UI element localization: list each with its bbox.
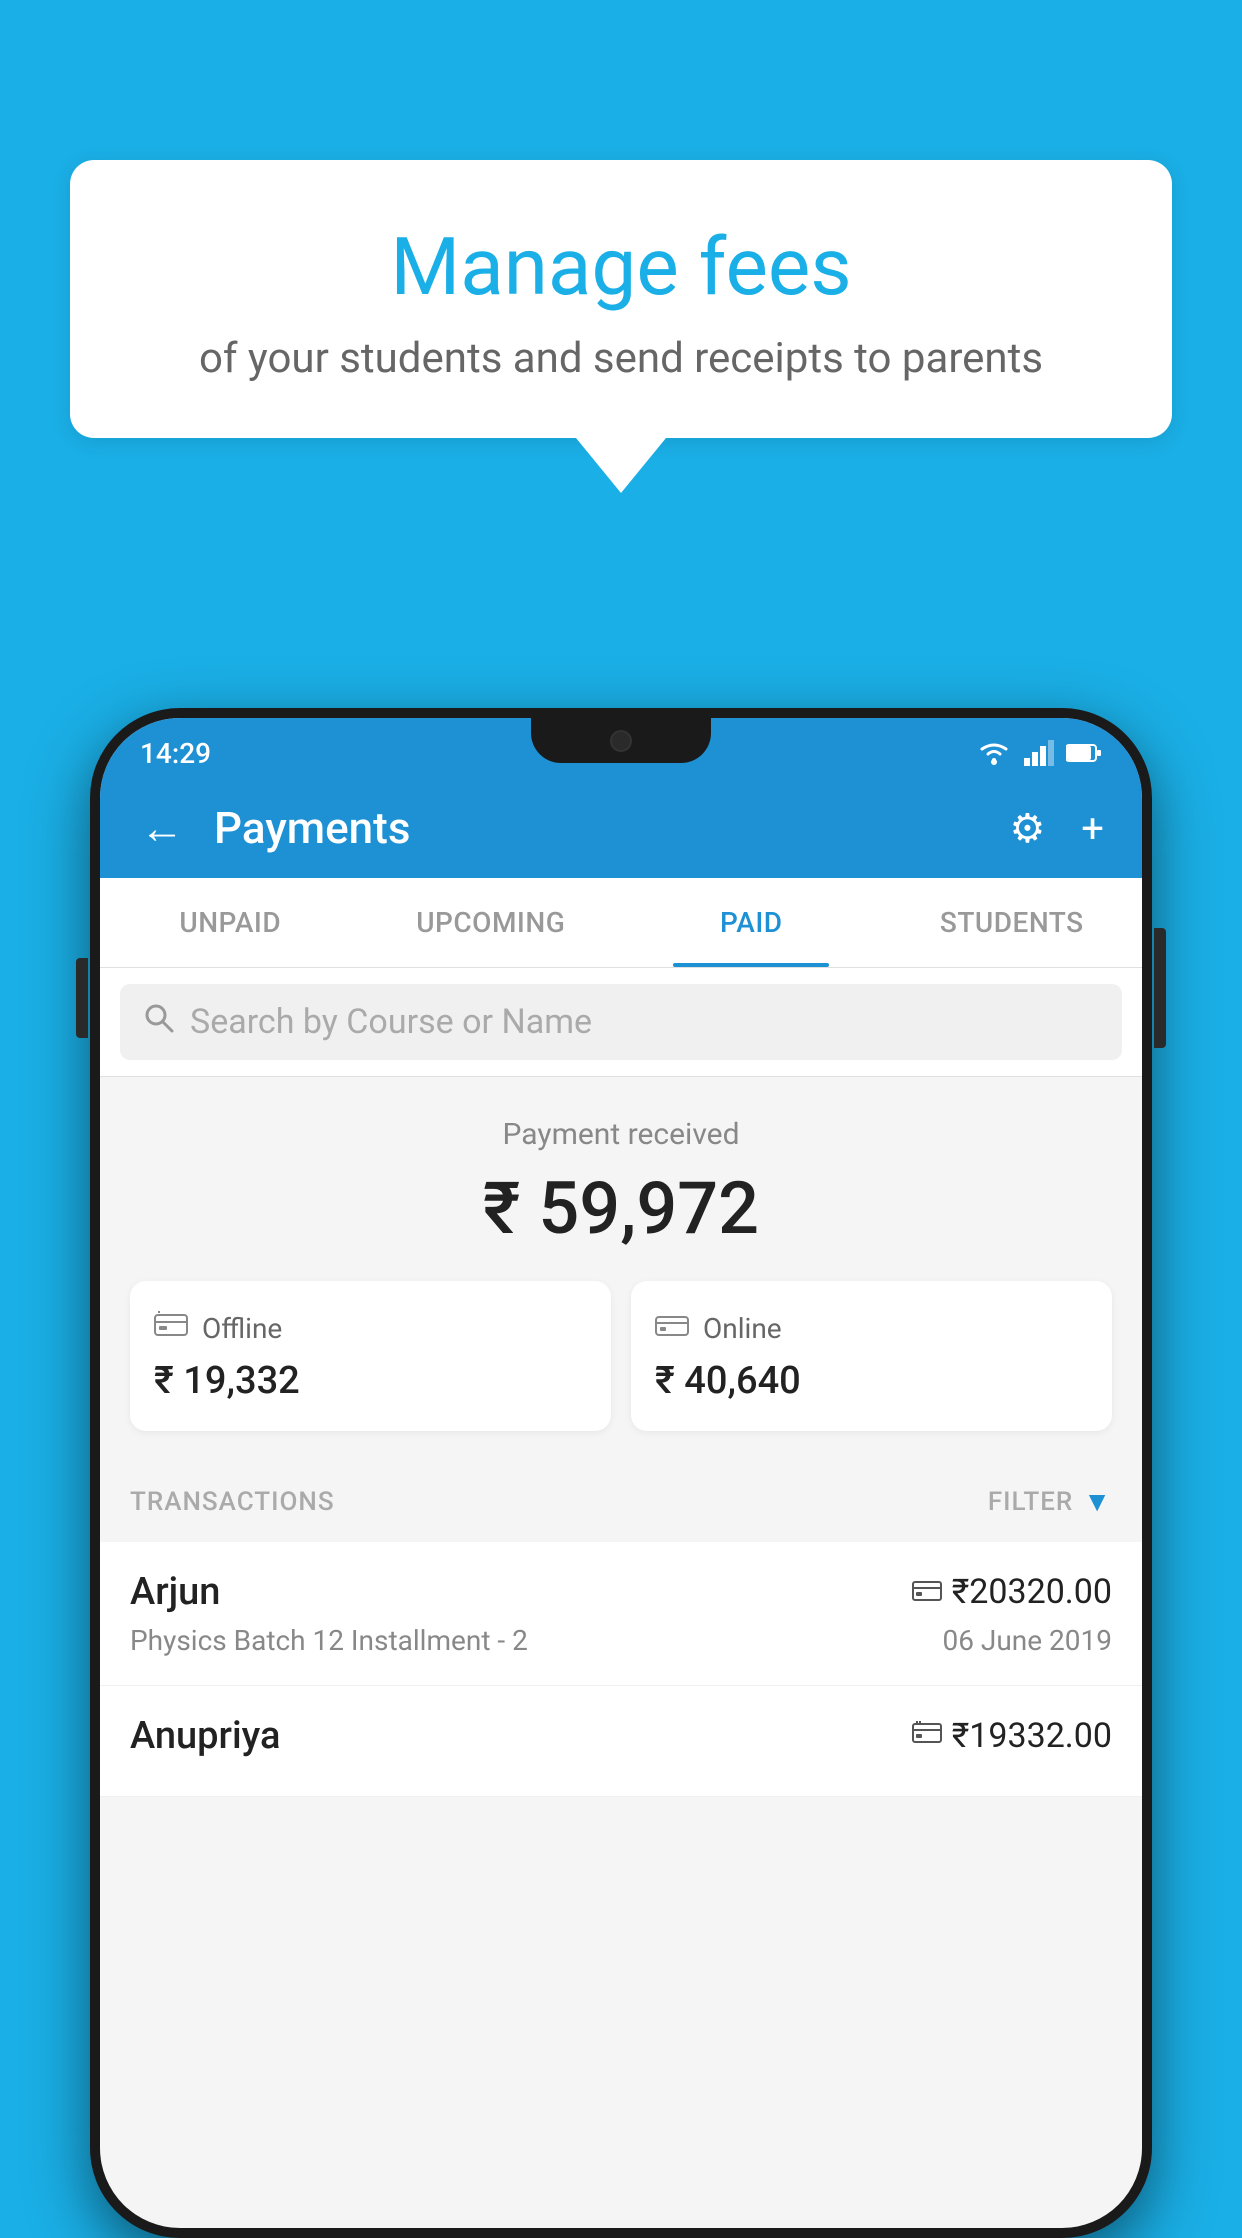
wifi-icon bbox=[976, 740, 1012, 766]
back-button[interactable]: ← bbox=[130, 792, 194, 864]
offline-card-header: Offline bbox=[154, 1309, 587, 1347]
transaction-amount-row: ₹20320.00 bbox=[912, 1572, 1112, 1612]
filter-label: FILTER bbox=[988, 1487, 1073, 1517]
transaction-row1: Arjun ₹20320.00 bbox=[130, 1570, 1112, 1614]
online-amount: ₹ 40,640 bbox=[655, 1359, 1088, 1403]
speech-bubble-title: Manage fees bbox=[130, 220, 1112, 314]
online-payment-card: Online ₹ 40,640 bbox=[631, 1281, 1112, 1431]
phone-notch bbox=[531, 718, 711, 763]
payment-summary: Payment received ₹ 59,972 Offli bbox=[100, 1077, 1142, 1461]
app-bar-title: Payments bbox=[214, 802, 981, 854]
speech-bubble-subtitle: of your students and send receipts to pa… bbox=[130, 334, 1112, 383]
speech-bubble-tail bbox=[576, 438, 666, 493]
transaction-row2: Physics Batch 12 Installment - 2 06 June… bbox=[130, 1624, 1112, 1657]
online-card-header: Online bbox=[655, 1309, 1088, 1347]
transaction-item: Anupriya ₹19332.00 bbox=[100, 1686, 1142, 1797]
payment-type-icon-offline bbox=[912, 1719, 942, 1754]
search-icon bbox=[144, 1002, 174, 1042]
transaction-row1: Anupriya ₹19332.00 bbox=[130, 1714, 1112, 1758]
transaction-name: Anupriya bbox=[130, 1714, 280, 1758]
offline-amount: ₹ 19,332 bbox=[154, 1359, 587, 1403]
tab-unpaid[interactable]: UNPAID bbox=[100, 878, 361, 967]
settings-button[interactable]: ⚙ bbox=[1001, 797, 1053, 860]
transaction-amount-row: ₹19332.00 bbox=[912, 1716, 1112, 1756]
phone-side-button-left bbox=[76, 958, 88, 1038]
phone-screen: 14:29 bbox=[100, 718, 1142, 2228]
transaction-list: Arjun ₹20320.00 Physics Batch 1 bbox=[100, 1542, 1142, 1797]
online-icon bbox=[655, 1309, 689, 1347]
battery-icon bbox=[1066, 743, 1102, 763]
tab-upcoming[interactable]: UPCOMING bbox=[361, 878, 622, 967]
app-bar-actions: ⚙ + bbox=[1001, 797, 1112, 860]
payment-received-label: Payment received bbox=[130, 1117, 1112, 1152]
transaction-amount: ₹19332.00 bbox=[952, 1716, 1112, 1756]
offline-type-label: Offline bbox=[202, 1312, 282, 1345]
transaction-date: 06 June 2019 bbox=[942, 1624, 1112, 1657]
offline-icon bbox=[154, 1309, 188, 1347]
payment-total-amount: ₹ 59,972 bbox=[130, 1166, 1112, 1251]
speech-bubble-wrapper: Manage fees of your students and send re… bbox=[70, 160, 1172, 493]
search-box[interactable]: Search by Course or Name bbox=[120, 984, 1122, 1060]
tab-paid[interactable]: PAID bbox=[621, 878, 882, 967]
phone-camera bbox=[610, 730, 632, 752]
status-icons bbox=[976, 740, 1102, 766]
status-time: 14:29 bbox=[140, 737, 211, 770]
filter-icon: ▼ bbox=[1083, 1485, 1112, 1518]
search-container: Search by Course or Name bbox=[100, 968, 1142, 1077]
phone-side-button-right bbox=[1154, 928, 1166, 1048]
payment-cards: Offline ₹ 19,332 Online bbox=[130, 1281, 1112, 1431]
add-button[interactable]: + bbox=[1073, 797, 1112, 860]
app-bar: ← Payments ⚙ + bbox=[100, 778, 1142, 878]
transaction-amount: ₹20320.00 bbox=[952, 1572, 1112, 1612]
transactions-header: TRANSACTIONS FILTER ▼ bbox=[100, 1461, 1142, 1542]
signal-icon bbox=[1024, 740, 1054, 766]
payment-type-icon-online bbox=[912, 1575, 942, 1610]
filter-button[interactable]: FILTER ▼ bbox=[988, 1485, 1112, 1518]
transactions-label: TRANSACTIONS bbox=[130, 1487, 335, 1517]
offline-payment-card: Offline ₹ 19,332 bbox=[130, 1281, 611, 1431]
online-type-label: Online bbox=[703, 1312, 782, 1345]
speech-bubble: Manage fees of your students and send re… bbox=[70, 160, 1172, 438]
tabs: UNPAID UPCOMING PAID STUDENTS bbox=[100, 878, 1142, 968]
phone-frame: 14:29 bbox=[90, 708, 1152, 2238]
transaction-item: Arjun ₹20320.00 Physics Batch 1 bbox=[100, 1542, 1142, 1686]
transaction-name: Arjun bbox=[130, 1570, 220, 1614]
search-input[interactable]: Search by Course or Name bbox=[190, 1002, 592, 1042]
tab-students[interactable]: STUDENTS bbox=[882, 878, 1143, 967]
transaction-course: Physics Batch 12 Installment - 2 bbox=[130, 1624, 528, 1657]
